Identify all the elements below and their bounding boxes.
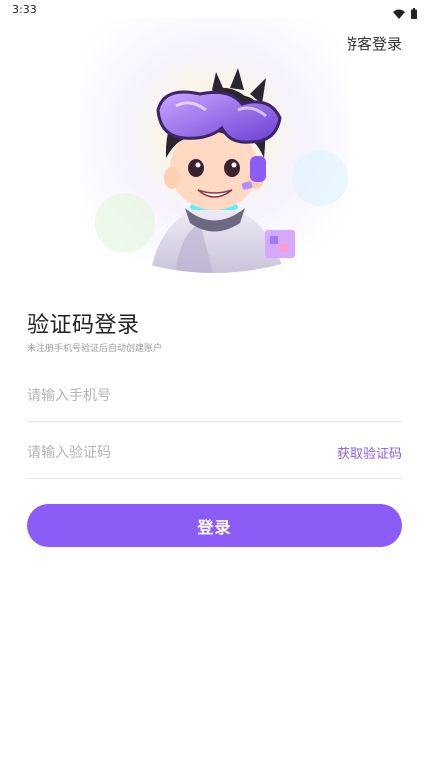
status-icons	[393, 4, 417, 23]
login-button[interactable]: 登录	[27, 504, 402, 547]
phone-input[interactable]	[27, 371, 317, 421]
guest-login-link[interactable]: 游客登录	[342, 33, 402, 54]
page-title: 验证码登录	[27, 313, 140, 338]
verification-code-input[interactable]	[27, 428, 317, 478]
code-field: 获取验证码	[27, 428, 402, 479]
battery-icon	[411, 4, 417, 23]
page-subtitle: 未注册手机号验证后自动创建账户	[27, 344, 163, 354]
status-bar: 3:33	[0, 0, 429, 20]
status-time: 3:33	[12, 3, 37, 16]
wifi-icon	[393, 4, 405, 23]
phone-field	[27, 371, 402, 422]
avatar-illustration	[80, 18, 348, 276]
get-code-button[interactable]: 获取验证码	[337, 443, 402, 462]
